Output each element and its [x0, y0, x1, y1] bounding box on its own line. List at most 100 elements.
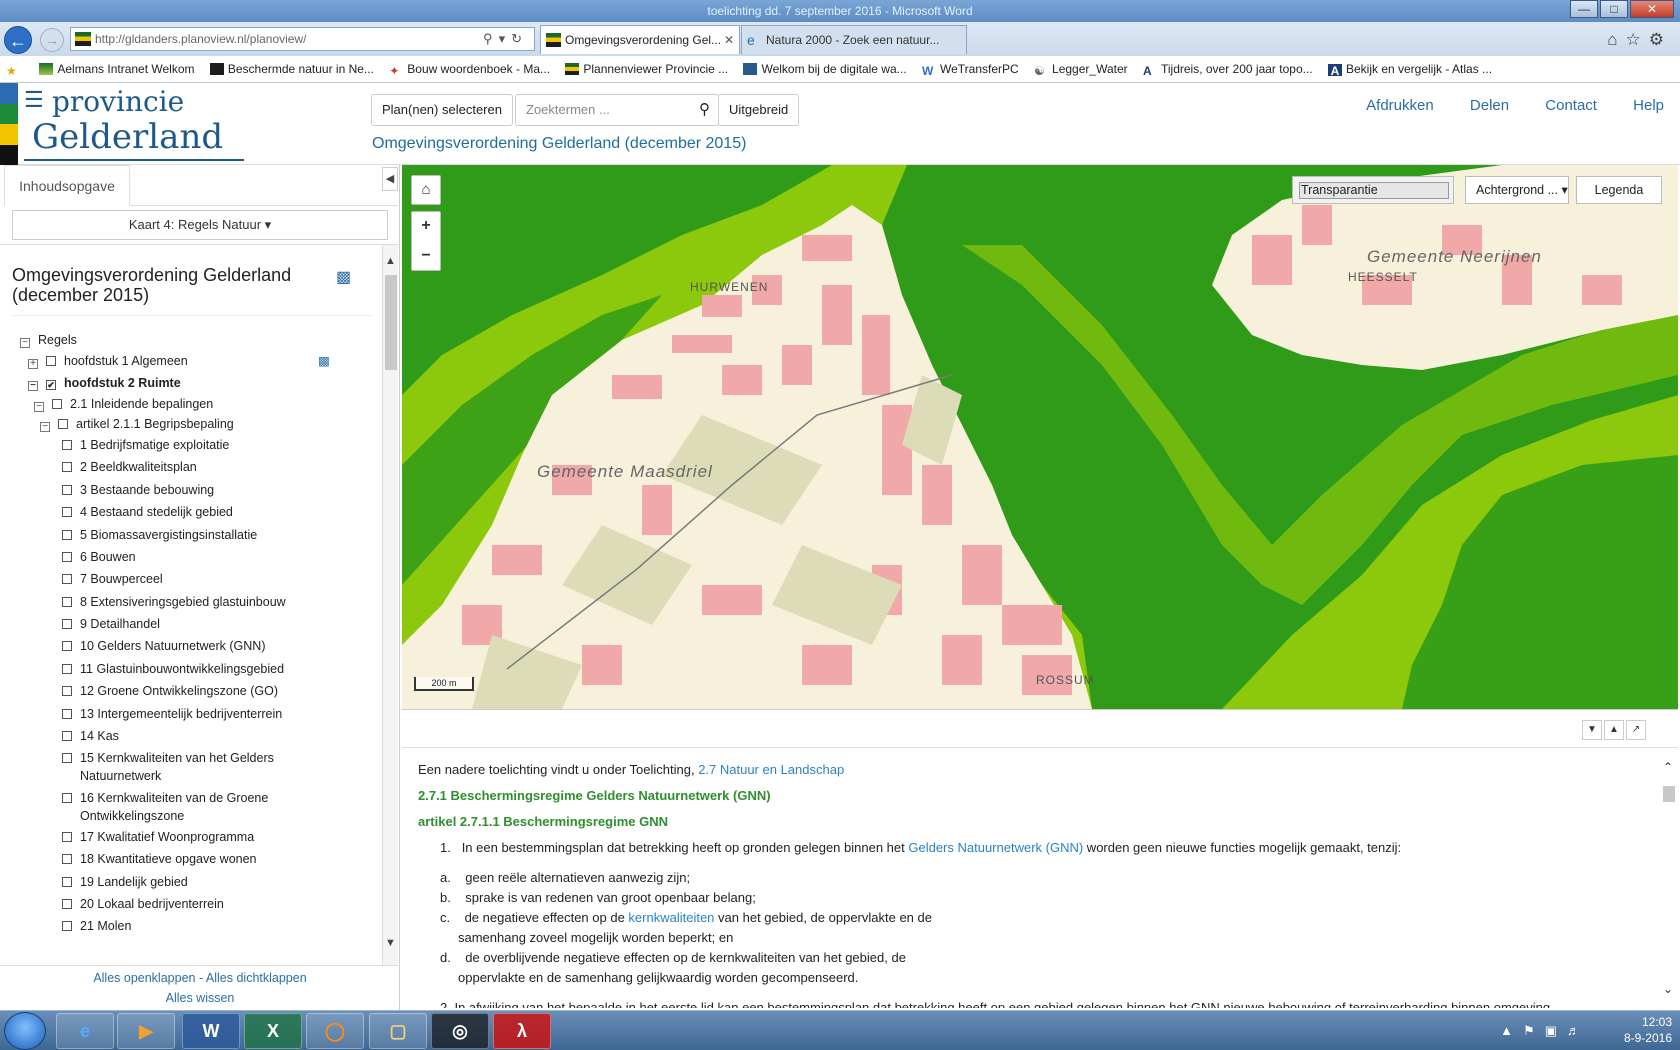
- tree-checkbox[interactable]: [62, 462, 72, 472]
- tree-item[interactable]: 8 Extensiveringsgebied glastuinbouw: [62, 593, 286, 611]
- zoom-out-button[interactable]: −: [412, 242, 440, 272]
- tree-checkbox[interactable]: [62, 574, 72, 584]
- tree-item[interactable]: 17 Kwalitatief Woonprogramma: [62, 828, 254, 846]
- flag-icon[interactable]: ⚑: [1523, 1023, 1545, 1038]
- close-tab-icon[interactable]: ✕: [724, 26, 734, 54]
- tree-item[interactable]: − artikel 2.1.1 Begripsbepaling: [40, 415, 234, 433]
- tree-checkbox[interactable]: [62, 619, 72, 629]
- favorite-link[interactable]: W WeTransferPC: [922, 62, 1019, 78]
- map-view-icon[interactable]: ▩: [336, 267, 351, 287]
- tree-checkbox[interactable]: [62, 686, 72, 696]
- chevron-up-icon[interactable]: ▲: [1604, 720, 1624, 740]
- favorite-link[interactable]: ✦ Bouw woordenboek - Ma...: [389, 62, 550, 78]
- tree-item[interactable]: − 2.1 Inleidende bepalingen: [34, 395, 213, 413]
- tree-checkbox[interactable]: [62, 921, 72, 931]
- collapse-icon[interactable]: −: [28, 381, 38, 391]
- back-arrow-icon[interactable]: ←: [4, 26, 32, 54]
- favorite-link[interactable]: ☯ Legger_Water: [1034, 62, 1128, 78]
- tree-item[interactable]: 13 Intergemeentelijk bedrijventerrein: [62, 705, 282, 723]
- nav-contact[interactable]: Contact: [1545, 97, 1597, 114]
- tree-checkbox[interactable]: [62, 597, 72, 607]
- search-refresh-icon[interactable]: ⚲▾↻: [483, 28, 528, 50]
- tree-item[interactable]: 1 Bedrijfsmatige exploitatie: [62, 436, 229, 454]
- home-icon[interactable]: ⌂: [1607, 30, 1625, 49]
- tree-checkbox[interactable]: [62, 485, 72, 495]
- tree-checkbox[interactable]: [62, 793, 72, 803]
- favorite-link[interactable]: A Tijdreis, over 200 jaar topo...: [1143, 62, 1313, 78]
- tree-checkbox[interactable]: [62, 552, 72, 562]
- tree-checkbox[interactable]: [62, 753, 72, 763]
- tree-item[interactable]: 12 Groene Ontwikkelingszone (GO): [62, 682, 278, 700]
- tree-item[interactable]: 16 Kernkwaliteiten van de Groene Ontwikk…: [62, 789, 282, 825]
- favorite-link[interactable]: Welkom bij de digitale wa...: [743, 62, 907, 76]
- tree-item[interactable]: 2 Beeldkwaliteitsplan: [62, 458, 197, 476]
- favorite-link[interactable]: Plannenviewer Provincie ...: [565, 62, 728, 76]
- tab-inhoudsopgave[interactable]: Inhoudsopgave: [4, 165, 130, 206]
- scroll-thumb[interactable]: [1663, 786, 1675, 802]
- tree-checkbox[interactable]: [62, 664, 72, 674]
- expand-all-link[interactable]: Alles openklappen: [93, 971, 195, 985]
- audio-app-taskbar-icon[interactable]: ◎: [431, 1013, 489, 1049]
- collapse-icon[interactable]: −: [20, 338, 30, 348]
- gnn-link[interactable]: Gelders Natuurnetwerk (GNN): [908, 840, 1083, 855]
- nav-print[interactable]: Afdrukken: [1366, 97, 1434, 114]
- scroll-down-icon[interactable]: ▼: [385, 937, 396, 949]
- favorites-star-icon[interactable]: ★: [6, 62, 24, 78]
- close-window-button[interactable]: ✕: [1630, 0, 1674, 18]
- kernkwaliteiten-link[interactable]: kernkwaliteiten: [628, 910, 714, 925]
- acrobat-taskbar-icon[interactable]: λ: [493, 1013, 551, 1049]
- tree-checkbox[interactable]: [52, 399, 62, 409]
- nav-help[interactable]: Help: [1633, 97, 1664, 114]
- explorer-taskbar-icon[interactable]: ▢: [369, 1013, 427, 1049]
- zoom-in-button[interactable]: +: [412, 212, 440, 242]
- tree-checkbox[interactable]: [62, 440, 72, 450]
- tree-item[interactable]: 9 Detailhandel: [62, 615, 160, 633]
- collapse-all-link[interactable]: Alles dichtklappen: [206, 971, 307, 985]
- toc-scrollbar[interactable]: ▲ ▼: [382, 245, 398, 965]
- map-view[interactable]: ⌂ + − Transparantie Achtergrond ... ▾ Le…: [402, 165, 1678, 709]
- collapse-panel-icon[interactable]: ◀: [382, 167, 398, 191]
- scroll-thumb[interactable]: [385, 275, 397, 370]
- tree-checkbox[interactable]: [62, 731, 72, 741]
- scroll-up-icon[interactable]: ⌃: [1663, 760, 1673, 774]
- tab-omgevingsverordening[interactable]: Omgevingsverordening Gel... ✕: [540, 25, 740, 54]
- tree-item[interactable]: 21 Molen: [62, 917, 131, 935]
- tree-checkbox[interactable]: [58, 419, 68, 429]
- nav-share[interactable]: Delen: [1470, 97, 1509, 114]
- network-icon[interactable]: ▣: [1545, 1023, 1567, 1038]
- transparency-slider[interactable]: Transparantie: [1292, 176, 1454, 204]
- home-extent-icon[interactable]: ⌂: [411, 175, 441, 205]
- minimize-button[interactable]: —: [1570, 0, 1598, 18]
- tree-item[interactable]: − ✔ hoofdstuk 2 Ruimte: [28, 374, 181, 392]
- ie-taskbar-icon[interactable]: e: [56, 1013, 114, 1049]
- collapse-icon[interactable]: −: [34, 402, 44, 412]
- tree-checkbox[interactable]: [62, 854, 72, 864]
- tree-item[interactable]: 11 Glastuinbouwontwikkelingsgebied: [62, 660, 284, 678]
- tree-item[interactable]: 6 Bouwen: [62, 548, 136, 566]
- media-player-taskbar-icon[interactable]: ▶: [117, 1013, 175, 1049]
- tree-checkbox[interactable]: [62, 507, 72, 517]
- star-favorites-icon[interactable]: ☆: [1626, 30, 1649, 49]
- favorite-link[interactable]: Beschermde natuur in Ne...: [209, 62, 374, 76]
- tree-item[interactable]: 15 Kernkwaliteiten van het Gelders Natuu…: [62, 749, 282, 785]
- tree-item[interactable]: 4 Bestaand stedelijk gebied: [62, 503, 233, 521]
- select-plans-button[interactable]: Plan(nen) selecteren: [371, 94, 513, 126]
- gear-icon[interactable]: ⚙: [1649, 30, 1672, 49]
- tree-item[interactable]: 10 Gelders Natuurnetwerk (GNN): [62, 637, 265, 655]
- address-bar[interactable]: http://gldanders.planoview.nl/planoview/…: [70, 27, 535, 51]
- word-taskbar-icon[interactable]: W: [182, 1013, 240, 1049]
- tree-checkbox[interactable]: [46, 356, 56, 366]
- firefox-taskbar-icon[interactable]: ◯: [306, 1013, 364, 1049]
- tree-item[interactable]: + hoofdstuk 1 Algemeen ▩: [28, 352, 330, 370]
- tree-checkbox[interactable]: [62, 832, 72, 842]
- expand-icon[interactable]: +: [28, 359, 38, 369]
- start-button[interactable]: [4, 1012, 46, 1050]
- favorite-link[interactable]: Aelmans Intranet Welkom: [39, 62, 195, 76]
- clear-all-link[interactable]: Alles wissen: [166, 991, 235, 1005]
- search-input[interactable]: Zoektermen ... ⚲: [515, 94, 719, 126]
- scroll-down-icon[interactable]: ⌄: [1663, 982, 1673, 996]
- tree-item[interactable]: 14 Kas: [62, 727, 119, 745]
- forward-arrow-icon[interactable]: →: [40, 28, 64, 52]
- tree-item[interactable]: 7 Bouwperceel: [62, 570, 163, 588]
- tray-expand-icon[interactable]: ▲: [1500, 1023, 1523, 1038]
